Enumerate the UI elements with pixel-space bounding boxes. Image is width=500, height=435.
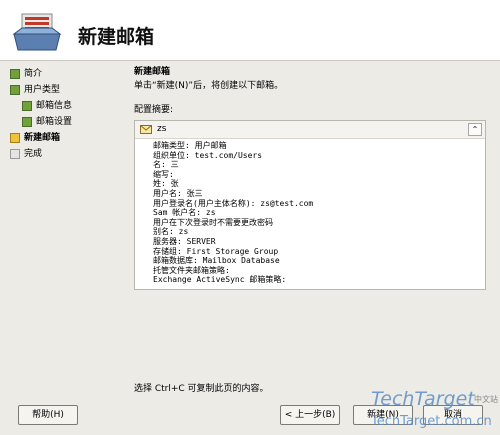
copy-hint: 选择 Ctrl+C 可复制此页的内容。 [134,384,269,394]
summary-line: 名: 三 [153,160,179,170]
summary-details: 邮箱类型: 用户邮箱 组织单位: test.com/Users 名: 三 缩写:… [135,139,485,285]
watermark: TechTarget 中文站 TechTarget.com.cn [365,388,500,435]
back-button[interactable]: < 上一步(B) [280,405,340,425]
step-heading: 新建邮箱 [134,67,171,77]
step-label: 完成 [24,149,43,159]
watermark-cn: 中文站 [474,395,498,404]
summary-line: 缩写: [153,169,174,179]
summary-line: Exchange ActiveSync 邮箱策略: [153,275,287,285]
summary-label: 配置摘要: [134,105,174,115]
summary-line: 存储组: First Storage Group [153,246,279,256]
step-label: 简介 [24,69,43,79]
summary-line: 用户登录名(用户主体名称): zs@test.com [153,198,314,208]
summary-line: 用户在下次登录时不需要更改密码 [153,217,273,227]
mailbox-user-icon [140,125,152,134]
summary-line: Sam 帐户名: zs [153,208,216,218]
step-mailbox-info[interactable]: 邮箱信息 [22,98,120,114]
mailbox-icon [12,13,62,51]
step-label: 邮箱设置 [36,117,73,127]
step-new-mailbox[interactable]: 新建邮箱 [10,130,120,146]
step-user-type[interactable]: 用户类型 [10,82,120,98]
step-label: 用户类型 [24,85,61,95]
step-current-icon [10,133,20,143]
wizard-content: 新建邮箱 单击“新建(N)”后，将创建以下邮箱。 配置摘要: zs ⌃ 邮箱类型… [134,66,486,290]
step-complete-icon [22,117,32,127]
step-description: 单击“新建(N)”后，将创建以下邮箱。 [134,81,284,91]
wizard-title: 新建邮箱 [78,26,155,48]
help-button[interactable]: 帮助(H) [18,405,78,425]
step-intro[interactable]: 简介 [10,66,120,82]
summary-line: 别名: zs [153,227,189,237]
step-mailbox-settings[interactable]: 邮箱设置 [22,114,120,130]
step-complete-icon [22,101,32,111]
summary-line: 邮箱数据库: Mailbox Database [153,256,280,266]
summary-line: 邮箱类型: 用户邮箱 [153,141,227,150]
step-label: 邮箱信息 [36,101,73,111]
wizard-steps: 简介 用户类型 邮箱信息 邮箱设置 新建邮箱 完成 [10,66,120,162]
watermark-url: TechTarget.com.cn [371,414,492,429]
watermark-brand: TechTarget [371,388,475,410]
wizard-header: 新建邮箱 [0,0,500,61]
configuration-summary[interactable]: zs ⌃ 邮箱类型: 用户邮箱 组织单位: test.com/Users 名: … [134,120,486,290]
summary-item-name: zs [157,124,167,134]
step-label: 新建邮箱 [24,133,61,143]
step-pending-icon [10,149,20,159]
step-completion: 完成 [10,146,120,162]
summary-line: 姓: 张 [153,179,179,189]
summary-line: 服务器: SERVER [153,236,216,246]
step-complete-icon [10,69,20,79]
summary-line: 组织单位: test.com/Users [153,150,263,160]
summary-line: 用户名: 张三 [153,188,203,198]
step-complete-icon [10,85,20,95]
summary-line: 托管文件夹邮箱策略: [153,265,230,275]
summary-item-header[interactable]: zs ⌃ [135,121,485,139]
collapse-button[interactable]: ⌃ [468,123,482,136]
